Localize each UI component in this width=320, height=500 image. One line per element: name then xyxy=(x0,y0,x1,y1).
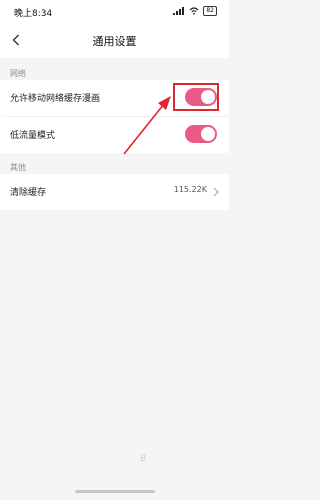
header: 通用设置 xyxy=(0,22,229,58)
status-time: 晚上8:34 xyxy=(14,9,53,19)
chevron-right-icon xyxy=(213,187,219,197)
status-icons: 82 xyxy=(173,6,217,16)
setting-low-data-mode: 低流量模式 xyxy=(0,117,229,153)
wifi-icon xyxy=(189,7,199,15)
toggle-knob xyxy=(201,127,215,141)
annotation-arrow-icon xyxy=(123,96,171,155)
section-label-network: 网络 xyxy=(10,69,26,78)
home-indicator[interactable] xyxy=(75,490,155,493)
status-bar: 晚上8:34 82 xyxy=(0,0,229,22)
annotation-highlight-box xyxy=(173,83,219,111)
setting-label: 允许移动网络缓存漫画 xyxy=(10,94,101,104)
low-data-mode-toggle[interactable] xyxy=(185,125,217,143)
battery-icon: 82 xyxy=(203,6,217,16)
page-title: 通用设置 xyxy=(92,35,137,48)
cache-size-value: 115.22K xyxy=(173,185,207,194)
watermark: B xyxy=(140,454,147,464)
signal-icon xyxy=(173,7,185,15)
setting-label: 低流量模式 xyxy=(10,131,56,141)
setting-label: 清除缓存 xyxy=(10,188,47,198)
setting-clear-cache[interactable]: 清除缓存 115.22K xyxy=(0,174,229,210)
section-label-other: 其他 xyxy=(10,163,26,172)
